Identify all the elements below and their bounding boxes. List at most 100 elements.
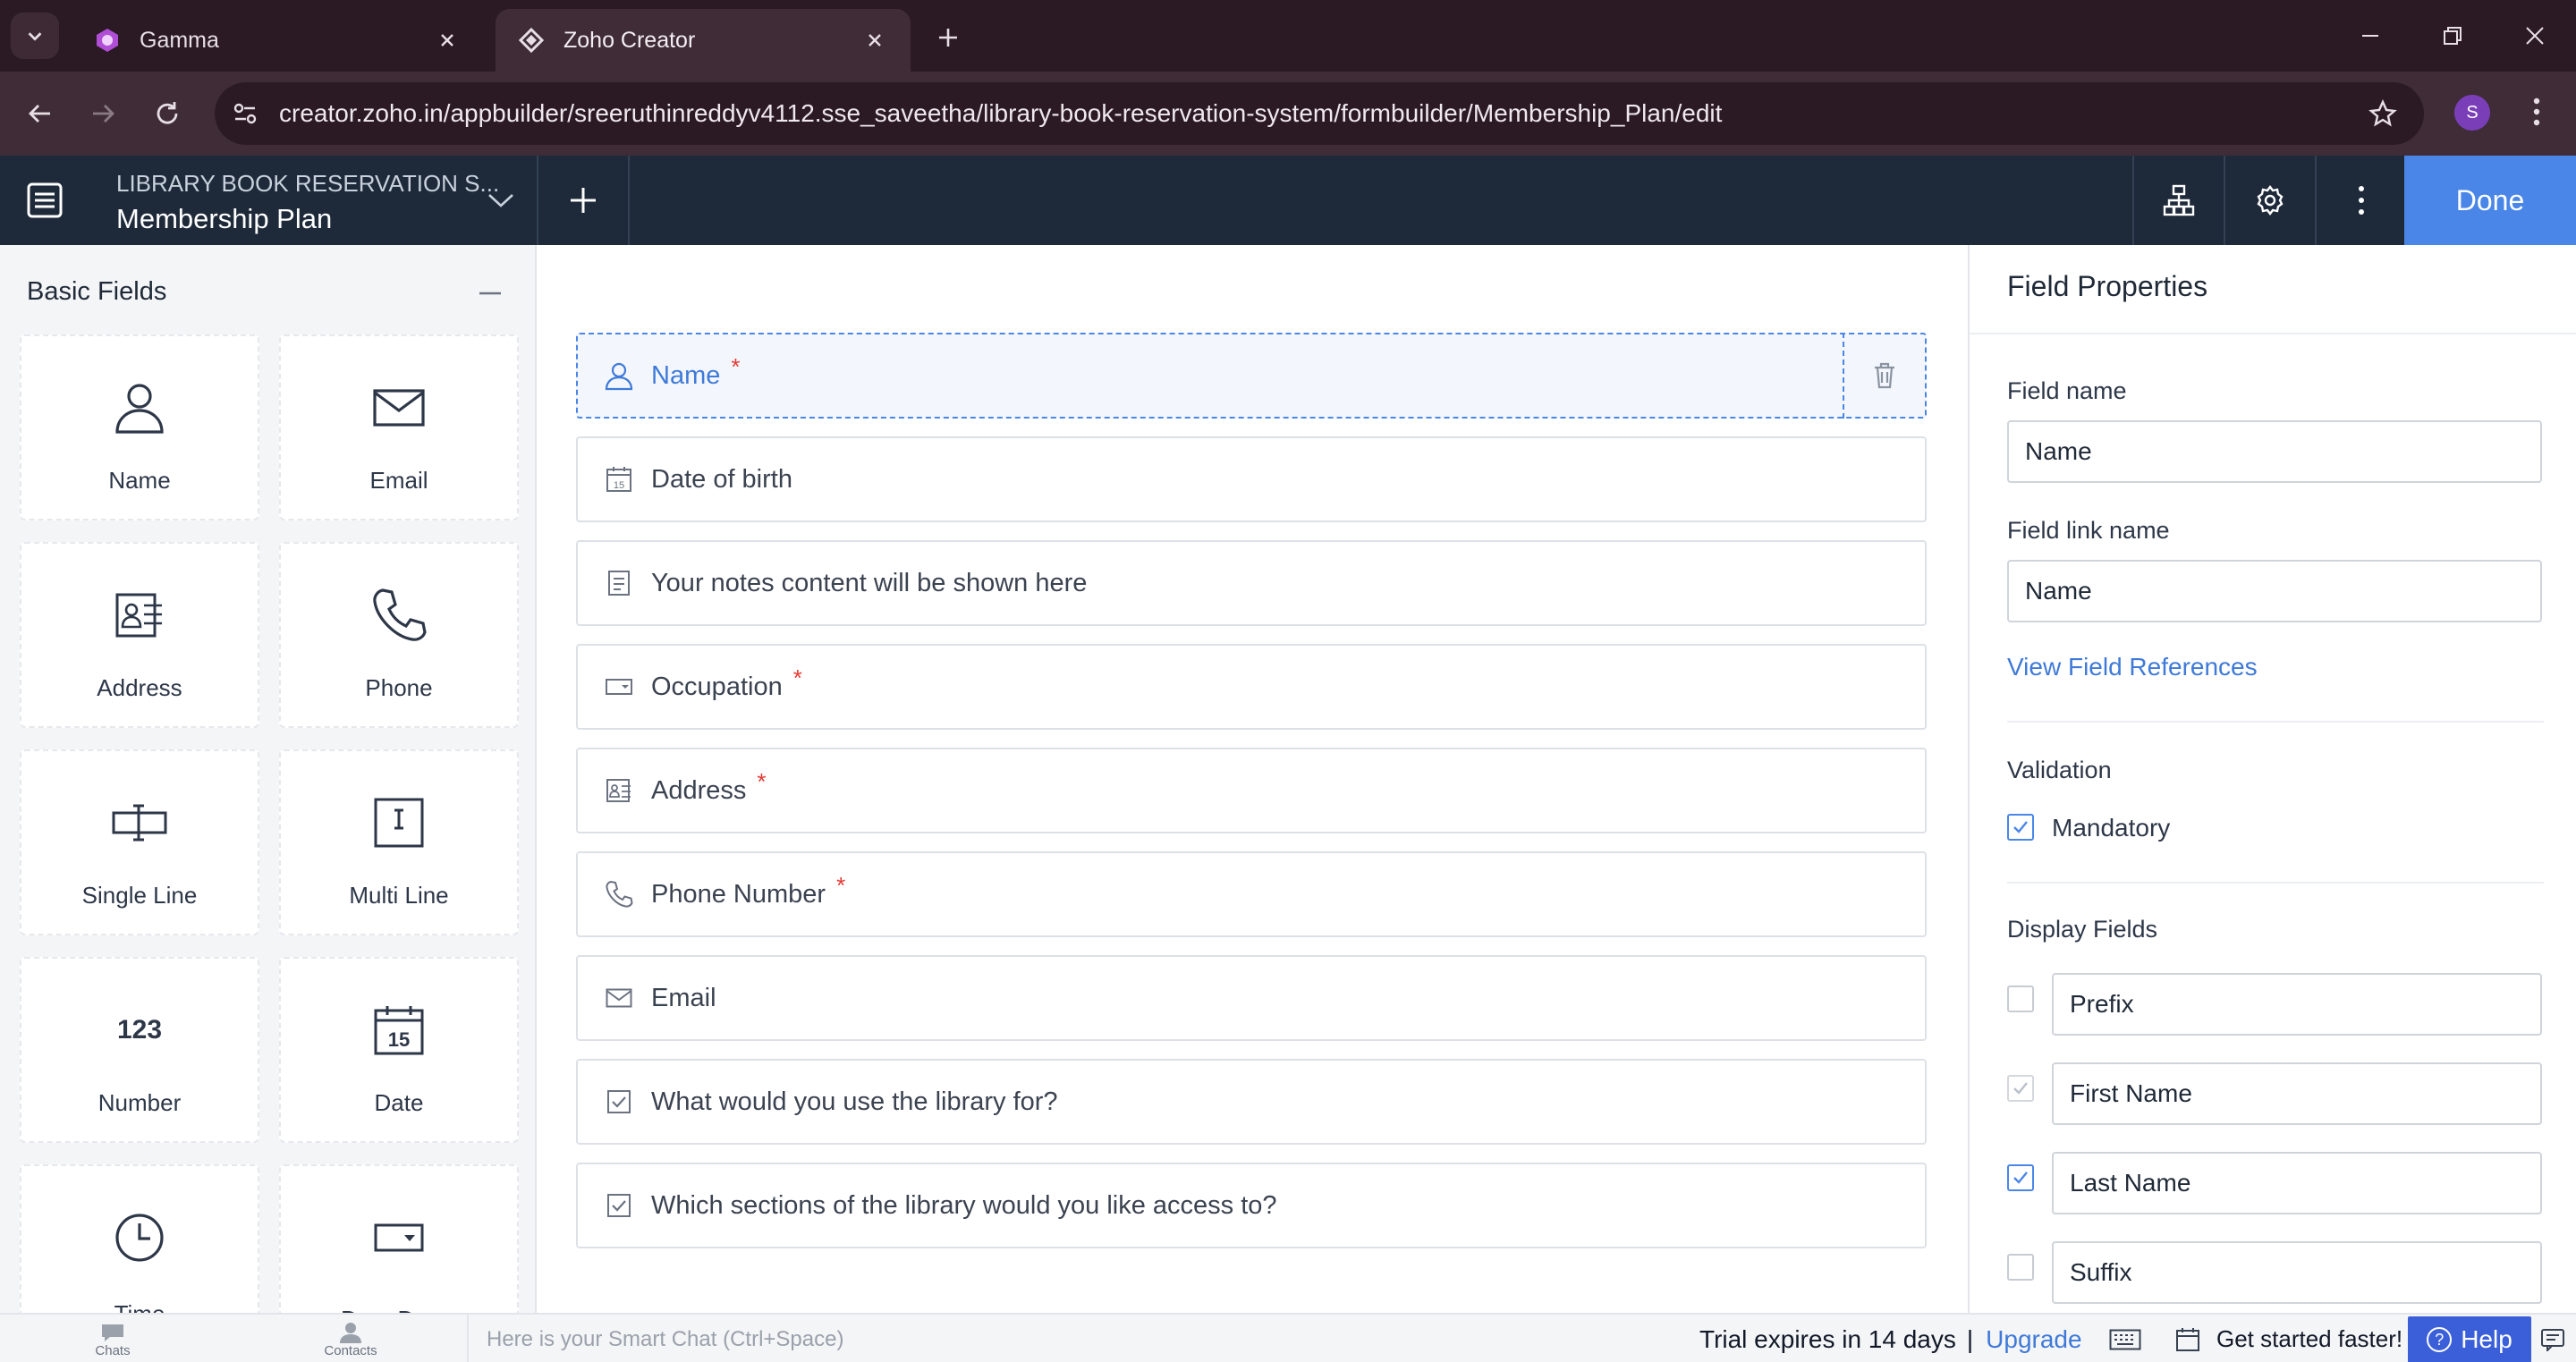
tab-zoho-creator[interactable]: Zoho Creator <box>496 9 911 72</box>
validation-label: Validation <box>2007 757 2112 783</box>
field-label: Occupation <box>651 672 783 701</box>
suffix-checkbox[interactable] <box>2007 1254 2034 1281</box>
app-breadcrumb: LIBRARY BOOK RESERVATION S... Membership… <box>116 170 499 235</box>
checkbox-icon <box>603 1086 635 1118</box>
form-field-row[interactable]: Address * <box>576 748 1927 833</box>
person-icon <box>21 376 258 440</box>
palette-field-email[interactable]: Email <box>279 334 519 520</box>
view-field-references-link[interactable]: View Field References <box>2007 653 2258 681</box>
palette-field-date[interactable]: 15 Date <box>279 957 519 1143</box>
palette-field-label: Drop Down <box>281 1306 517 1313</box>
first-name-input[interactable]: First Name <box>2052 1062 2542 1125</box>
form-field-row[interactable]: What would you use the library for? <box>576 1059 1927 1145</box>
form-field-row[interactable]: Which sections of the library would you … <box>576 1163 1927 1248</box>
plus-icon <box>939 29 957 47</box>
form-field-row[interactable]: Email <box>576 955 1927 1041</box>
browser-toolbar: creator.zoho.in/appbuilder/sreeruthinred… <box>0 72 2576 156</box>
kebab-icon <box>2359 186 2364 215</box>
close-icon[interactable] <box>433 26 462 55</box>
form-switcher-button[interactable] <box>479 182 522 218</box>
field-name-label: Field name <box>2007 377 2127 404</box>
phone-icon <box>603 878 635 910</box>
smart-chat-input[interactable]: Here is your Smart Chat (Ctrl+Space) <box>467 1315 1657 1362</box>
mandatory-checkbox[interactable] <box>2007 814 2034 841</box>
prefix-input[interactable]: Prefix <box>2052 973 2542 1036</box>
properties-header: Field Properties <box>1970 245 2576 334</box>
done-button[interactable]: Done <box>2404 156 2576 245</box>
single-line-icon <box>21 791 258 855</box>
last-name-checkbox[interactable] <box>2007 1164 2034 1191</box>
gamma-logo-icon <box>93 26 122 55</box>
app-menu-button[interactable] <box>21 177 68 224</box>
help-button[interactable]: ? Help <box>2408 1316 2531 1362</box>
header-divider <box>2315 156 2317 245</box>
hierarchy-icon <box>2163 184 2195 216</box>
palette-field-number[interactable]: 123 Number <box>20 957 259 1143</box>
required-marker: * <box>792 664 802 691</box>
form-field-row[interactable]: Name * <box>576 333 1927 419</box>
address-card-icon <box>21 583 258 647</box>
header-divider <box>2132 156 2134 245</box>
arrow-right-icon <box>93 105 114 123</box>
back-button[interactable] <box>18 91 63 136</box>
profile-avatar[interactable]: S <box>2454 95 2490 131</box>
address-bar[interactable]: creator.zoho.in/appbuilder/sreeruthinred… <box>215 82 2424 145</box>
prefix-checkbox[interactable] <box>2007 986 2034 1012</box>
minimize-icon <box>2362 35 2378 37</box>
new-tab-button[interactable] <box>930 20 966 55</box>
form-field-row[interactable]: 15 Date of birth <box>576 436 1927 522</box>
minimize-button[interactable] <box>2345 13 2395 59</box>
form-hierarchy-button[interactable] <box>2154 177 2204 224</box>
get-started-button[interactable]: Get started faster! <box>2174 1315 2402 1362</box>
dropdown-icon <box>281 1205 517 1270</box>
display-fields-label: Display Fields <box>2007 916 2158 943</box>
feedback-button[interactable] <box>2537 1324 2569 1356</box>
form-field-row[interactable]: Occupation * <box>576 644 1927 730</box>
form-field-row[interactable]: Phone Number * <box>576 851 1927 937</box>
collapse-button[interactable] <box>476 283 504 304</box>
reload-icon <box>157 102 178 124</box>
clock-icon <box>21 1205 258 1270</box>
plus-icon <box>571 188 596 213</box>
trial-notice: Trial expires in 14 days | Upgrade <box>1699 1315 2082 1362</box>
suffix-input[interactable]: Suffix <box>2052 1241 2542 1304</box>
person-icon <box>603 360 635 392</box>
app-menu-icon <box>27 182 63 218</box>
field-name-input[interactable]: Name <box>2007 420 2542 483</box>
tab-search-button[interactable] <box>11 13 59 59</box>
palette-field-multi-line[interactable]: Multi Line <box>279 749 519 935</box>
close-icon[interactable] <box>860 26 889 55</box>
last-name-input[interactable]: Last Name <box>2052 1152 2542 1214</box>
palette-field-address[interactable]: Address <box>20 542 259 728</box>
more-options-button[interactable] <box>2336 177 2386 224</box>
checkmark-icon <box>2013 821 2028 833</box>
bookmark-star-icon[interactable] <box>2365 96 2401 131</box>
palette-field-phone[interactable]: Phone <box>279 542 519 728</box>
field-link-name-input[interactable]: Name <box>2007 560 2542 622</box>
restore-button[interactable] <box>2428 13 2478 59</box>
keyboard-icon <box>2109 1329 2141 1350</box>
properties-title: Field Properties <box>2007 270 2208 302</box>
palette-field-label: Single Line <box>81 882 198 909</box>
browser-menu-button[interactable] <box>2519 89 2555 134</box>
palette-field-single-line[interactable]: Single Line <box>20 749 259 935</box>
palette-title: Basic Fields <box>27 277 167 306</box>
window-close-button[interactable] <box>2510 13 2560 59</box>
site-settings-icon[interactable] <box>227 96 263 131</box>
form-field-row[interactable]: Your notes content will be shown here <box>576 540 1927 626</box>
forward-button[interactable] <box>80 91 125 136</box>
field-properties-panel: Field Properties Field name Name Field l… <box>1968 245 2576 1313</box>
form-settings-button[interactable] <box>2245 177 2295 224</box>
delete-field-button[interactable] <box>1843 333 1925 419</box>
palette-field-time[interactable]: Time <box>20 1164 259 1313</box>
palette-field-drop-down[interactable]: Drop Down <box>279 1164 519 1313</box>
upgrade-link[interactable]: Upgrade <box>1986 1325 2081 1354</box>
keyboard-shortcuts-button[interactable] <box>2107 1324 2143 1356</box>
tab-gamma[interactable]: Gamma <box>72 9 483 72</box>
palette-field-name[interactable]: Name <box>20 334 259 520</box>
contacts-button[interactable]: Contacts <box>297 1318 404 1361</box>
add-form-button[interactable] <box>558 177 608 224</box>
chats-button[interactable]: Chats <box>59 1318 166 1361</box>
reload-button[interactable] <box>145 91 190 136</box>
basic-fields-palette: Basic Fields Name Email Address Phone Si… <box>0 245 537 1313</box>
